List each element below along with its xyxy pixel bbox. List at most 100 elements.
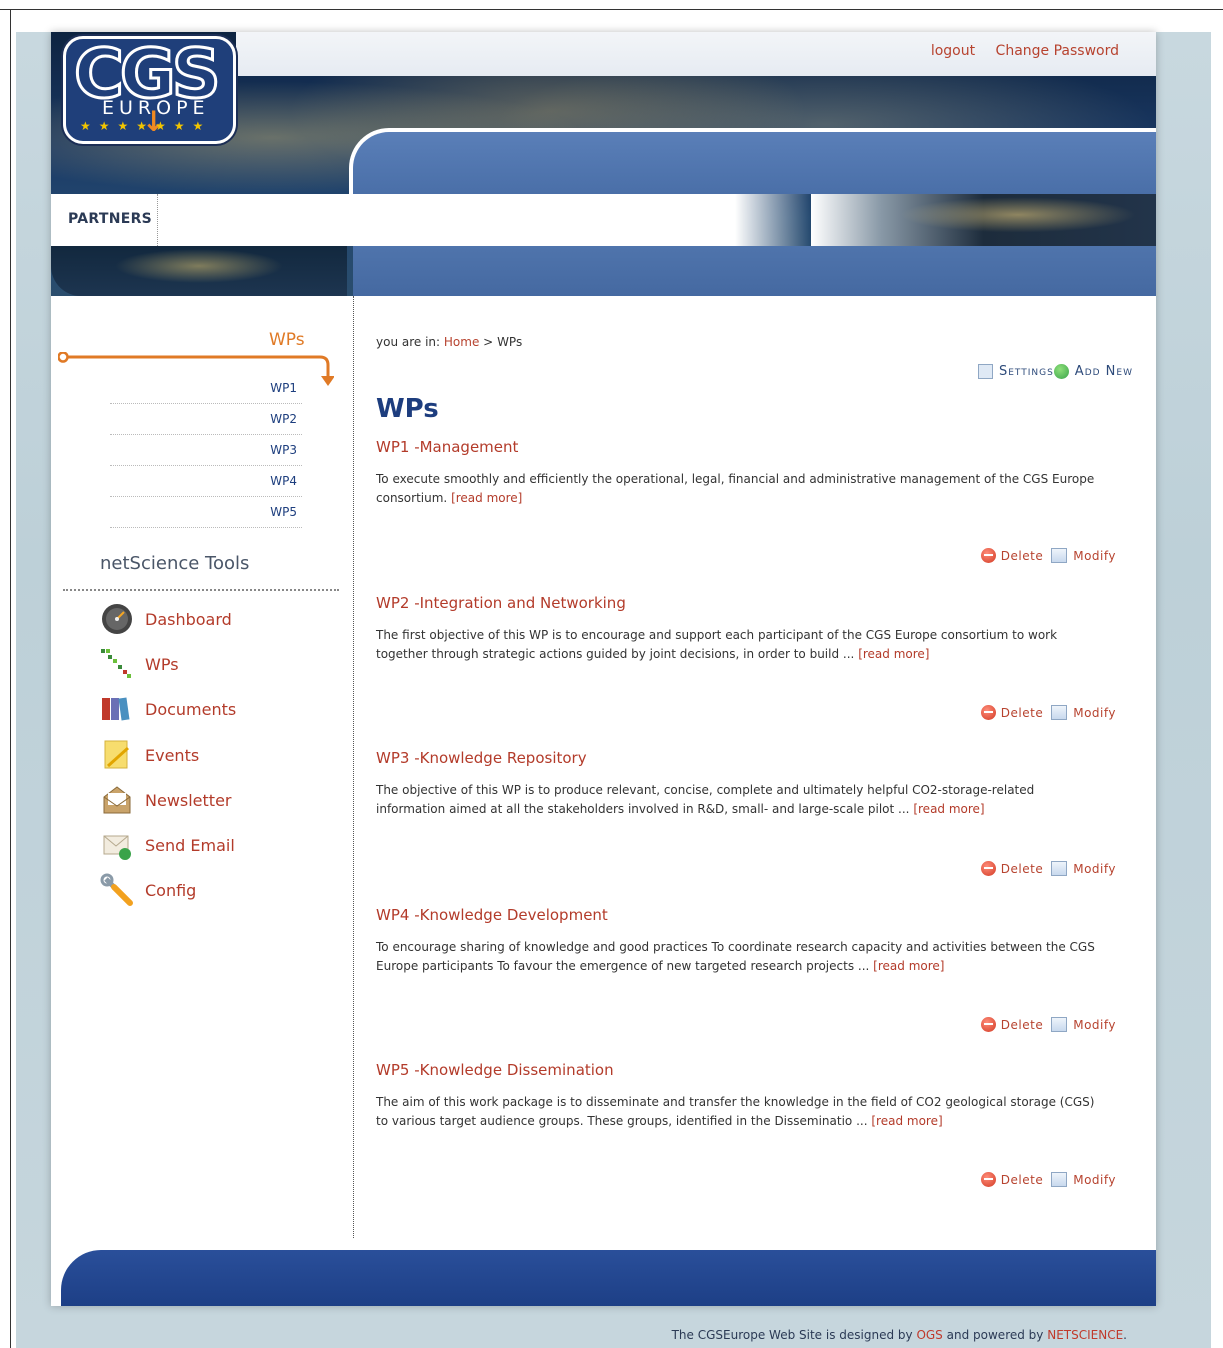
credit-suffix: . — [1123, 1328, 1127, 1342]
sidebar-item-wp1[interactable]: WP1 — [110, 373, 302, 404]
modify-button[interactable]: Modify — [1051, 548, 1116, 563]
delete-button[interactable]: Delete — [980, 548, 1044, 563]
delete-button[interactable]: Delete — [980, 1017, 1044, 1032]
delete-icon — [980, 861, 996, 876]
send-email-icon — [100, 828, 134, 862]
footer-blue-panel — [61, 1250, 1156, 1306]
tool-label[interactable]: Send Email — [145, 836, 235, 855]
nav-divider — [157, 194, 158, 246]
modify-icon — [1051, 1172, 1068, 1187]
wp-title-link[interactable]: WP5 -Knowledge Dissemination — [376, 1061, 1116, 1079]
tool-newsletter[interactable]: Newsletter — [100, 783, 232, 817]
breadcrumb-home-link[interactable]: Home — [444, 335, 479, 349]
wp-description: To execute smoothly and efficiently the … — [376, 470, 1096, 508]
settings-icon — [977, 364, 993, 379]
sidebar-item-wp5[interactable]: WP5 — [110, 497, 302, 528]
settings-button[interactable]: Settings — [999, 364, 1054, 379]
header-blue-strip — [353, 246, 1156, 296]
sidebar-item-wp4[interactable]: WP4 — [110, 466, 302, 497]
admin-actions: Settings Add New — [977, 364, 1133, 379]
wp-entry: WP4 -Knowledge Development To encourage … — [376, 906, 1116, 1032]
modify-icon — [1051, 861, 1068, 876]
tool-label[interactable]: Dashboard — [145, 610, 232, 629]
modify-button[interactable]: Modify — [1051, 705, 1116, 720]
nav-partners-link[interactable]: PARTNERS — [68, 211, 152, 227]
read-more-link[interactable]: [read more] — [858, 647, 929, 661]
wp-actions: Delete Modify — [973, 861, 1116, 876]
modify-icon — [1051, 1017, 1068, 1032]
sidebar-item-wp3[interactable]: WP3 — [110, 435, 302, 466]
sidebar-separator — [353, 296, 354, 1238]
credit-prefix: The CGSEurope Web Site is designed by — [671, 1328, 913, 1342]
page-title: WPs — [376, 394, 439, 424]
sidebar-wp-link[interactable]: WP2 — [270, 412, 297, 426]
wp-entry: WP1 -Management To execute smoothly and … — [376, 438, 1116, 563]
sidebar-wp-list: WP1 WP2 WP3 WP4 WP5 — [110, 373, 302, 528]
add-new-icon — [1053, 364, 1069, 379]
wp-description-text: To encourage sharing of knowledge and go… — [376, 940, 1095, 973]
read-more-link[interactable]: [read more] — [873, 959, 944, 973]
main-nav-bar — [51, 194, 811, 246]
cgs-europe-logo[interactable]: CGS EUROPE ↓ ★★★★★★★ — [63, 34, 236, 144]
tool-label[interactable]: Newsletter — [145, 791, 232, 810]
wp-entry: WP3 -Knowledge Repository The objective … — [376, 749, 1116, 876]
breadcrumb-separator: > — [483, 335, 494, 349]
wp-title-link[interactable]: WP3 -Knowledge Repository — [376, 749, 1116, 767]
delete-button[interactable]: Delete — [980, 1172, 1044, 1187]
breadcrumb-current: WPs — [497, 335, 523, 349]
tool-label[interactable]: Events — [145, 746, 199, 765]
modify-label: Modify — [1073, 861, 1116, 876]
powered-by-link[interactable]: NETSCIENCE — [1047, 1328, 1123, 1342]
change-password-link[interactable]: Change Password — [996, 43, 1119, 59]
modify-button[interactable]: Modify — [1051, 1172, 1116, 1187]
tool-config[interactable]: Config — [100, 873, 196, 907]
modify-button[interactable]: Modify — [1051, 861, 1116, 876]
window-frame-top — [0, 9, 1223, 10]
tool-label[interactable]: WPs — [145, 655, 179, 674]
wp-description: To encourage sharing of knowledge and go… — [376, 938, 1096, 976]
modify-label: Modify — [1073, 1017, 1116, 1032]
add-new-button[interactable]: Add New — [1075, 364, 1133, 379]
modify-button[interactable]: Modify — [1051, 1017, 1116, 1032]
tool-wps[interactable]: WPs — [100, 647, 179, 681]
read-more-link[interactable]: [read more] — [451, 491, 522, 505]
wp-title-link[interactable]: WP4 -Knowledge Development — [376, 906, 1116, 924]
tool-send-email[interactable]: Send Email — [100, 828, 235, 862]
sidebar-wp-link[interactable]: WP3 — [270, 443, 297, 457]
wp-title-link[interactable]: WP1 -Management — [376, 438, 1116, 456]
logout-link[interactable]: logout — [931, 43, 975, 59]
account-links: logout Change Password — [915, 43, 1119, 59]
delete-label: Delete — [1000, 1017, 1044, 1032]
wp-actions: Delete Modify — [973, 548, 1116, 563]
tool-label[interactable]: Config — [145, 881, 196, 900]
tool-events[interactable]: Events — [100, 738, 199, 772]
delete-icon — [980, 548, 996, 563]
delete-button[interactable]: Delete — [980, 861, 1043, 876]
delete-icon — [980, 1172, 996, 1187]
header-map-strip — [51, 246, 347, 296]
wp-description-text: The first objective of this WP is to enc… — [376, 628, 1058, 661]
delete-label: Delete — [1000, 1172, 1044, 1187]
sidebar-wp-link[interactable]: WP1 — [270, 381, 297, 395]
newsletter-icon — [100, 783, 134, 817]
sidebar-item-wp2[interactable]: WP2 — [110, 404, 302, 435]
tool-documents[interactable]: Documents — [100, 692, 236, 726]
wp-description: The objective of this WP is to produce r… — [376, 781, 1096, 819]
wp-title-link[interactable]: WP2 -Integration and Networking — [376, 594, 1116, 612]
sidebar-wps-title[interactable]: WPs — [269, 330, 305, 350]
tool-label[interactable]: Documents — [145, 700, 236, 719]
read-more-link[interactable]: [read more] — [871, 1114, 942, 1128]
read-more-link[interactable]: [read more] — [913, 802, 984, 816]
sidebar-wp-link[interactable]: WP4 — [270, 474, 297, 488]
designer-link[interactable]: OGS — [916, 1328, 942, 1342]
sidebar-wp-link[interactable]: WP5 — [270, 505, 297, 519]
modify-label: Modify — [1073, 548, 1116, 563]
events-icon — [100, 738, 134, 772]
dashboard-icon — [100, 602, 134, 636]
delete-button[interactable]: Delete — [980, 705, 1043, 720]
window-frame-left — [10, 9, 11, 1348]
delete-label: Delete — [1000, 548, 1044, 563]
tool-dashboard[interactable]: Dashboard — [100, 602, 232, 636]
logo-stars-icon: ★★★★★★★ — [80, 119, 212, 133]
wps-icon — [100, 647, 134, 681]
